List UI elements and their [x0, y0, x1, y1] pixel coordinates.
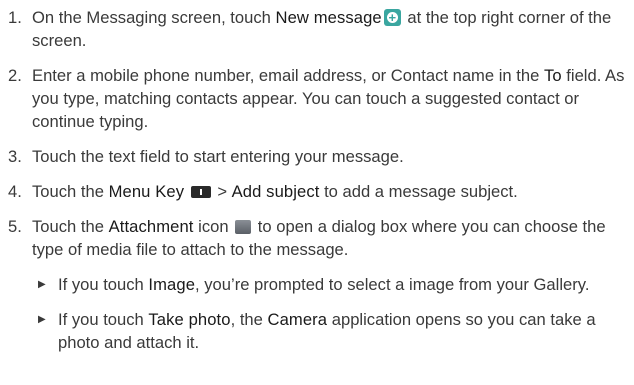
step-number: 3. [8, 147, 22, 166]
bullet-text: If you touch Image, you’re prompted to s… [58, 275, 590, 294]
attachment-icon [235, 220, 252, 234]
instructions-page: 1. On the Messaging screen, touch New me… [0, 0, 634, 385]
ui-term: Take photo [148, 310, 231, 329]
bullet-text: If you touch Take photo, the Camera appl… [58, 310, 596, 352]
bullet-arrow-icon: ▶ [38, 314, 46, 325]
step-text: Touch the text field to start entering y… [32, 147, 404, 166]
ui-term: Menu Key [108, 182, 185, 201]
bullet-arrow-icon: ▶ [38, 279, 46, 290]
bullet-take-photo: ▶ If you touch Take photo, the Camera ap… [0, 308, 626, 354]
step-number: 2. [8, 66, 22, 85]
step-text: On the Messaging screen, touch New messa… [32, 6, 626, 52]
step-text: Touch the Menu Key > Add subject to add … [32, 182, 518, 201]
menu-key-icon [190, 186, 211, 198]
step-text: Enter a mobile phone number, email addre… [32, 66, 625, 131]
new-message-icon [383, 9, 401, 26]
step-5: 5. Touch the Attachment icon to open a d… [0, 215, 626, 261]
step-number: 1. [8, 8, 22, 27]
ui-term: Camera [267, 310, 328, 329]
ui-term: Attachment [108, 217, 194, 236]
ui-term: Add subject [231, 182, 320, 201]
ui-term: To [543, 66, 562, 85]
ui-term: New message [275, 8, 382, 27]
step-4: 4. Touch the Menu Key > Add subject to a… [0, 180, 626, 203]
bullet-image: ▶ If you touch Image, you’re prompted to… [0, 273, 626, 296]
step-2: 2. Enter a mobile phone number, email ad… [0, 64, 626, 133]
step-number: 4. [8, 182, 22, 201]
step-text: Touch the Attachment icon to open a dial… [32, 217, 606, 259]
step-1: 1. On the Messaging screen, touch New me… [0, 6, 626, 52]
step-number: 5. [8, 217, 22, 236]
step-3: 3. Touch the text field to start enterin… [0, 145, 626, 168]
ui-term: Image [148, 275, 196, 294]
